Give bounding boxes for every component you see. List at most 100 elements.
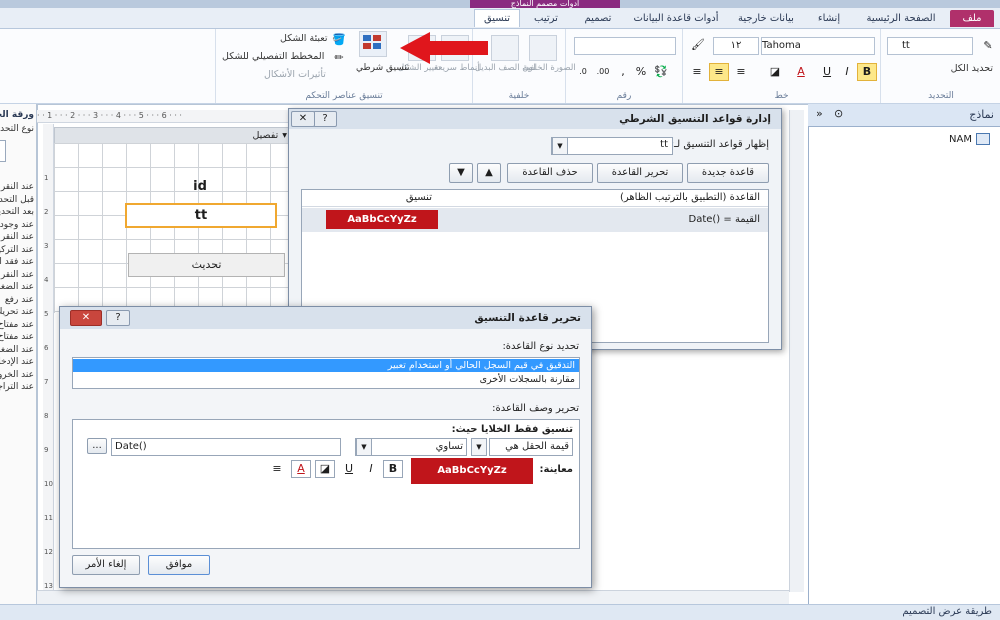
operator-combo[interactable]: تساوي ▼ bbox=[355, 438, 467, 456]
nav-item-form[interactable]: NAM bbox=[870, 133, 990, 147]
align-left-icon[interactable]: ≡ bbox=[687, 63, 707, 81]
tab-external-data[interactable]: بيانات خارجية bbox=[730, 10, 802, 27]
pane-menu-chevron-icon[interactable]: ⊙ bbox=[834, 107, 843, 120]
comma-icon[interactable]: , bbox=[616, 65, 630, 78]
rule-row[interactable]: القيمة = ()Date AaBbCcYyZz bbox=[302, 208, 768, 232]
tab-database-tools[interactable]: أدوات قاعدة البيانات bbox=[625, 10, 727, 27]
shape-fill-button[interactable]: تعبئة الشكل bbox=[280, 33, 328, 44]
ok-button[interactable]: موافق bbox=[148, 555, 210, 575]
align-right-icon[interactable]: ≡ bbox=[731, 63, 751, 81]
status-text: طريقة عرض التصميم bbox=[902, 606, 992, 617]
shape-outline-button[interactable]: المخطط التفصيلي للشكل bbox=[222, 51, 324, 62]
rule-type-option-1[interactable]: التدقيق في قيم السجل الحالي أو استخدام ت… bbox=[73, 359, 579, 372]
tab-create[interactable]: إنشاء bbox=[805, 10, 853, 27]
col-format-header: تنسيق bbox=[405, 192, 432, 203]
show-rules-combo[interactable]: tt ▼ bbox=[551, 137, 673, 155]
erd-bold-button[interactable]: B bbox=[383, 460, 403, 478]
erd-font-color-icon[interactable]: A bbox=[291, 460, 311, 478]
condition-field-combo[interactable]: قيمة الحقل هي bbox=[489, 438, 573, 456]
cancel-button[interactable]: إلغاء الأمر bbox=[72, 555, 140, 575]
move-up-button[interactable]: ▲ bbox=[477, 163, 501, 183]
show-rules-dropdown-icon[interactable]: ▼ bbox=[552, 137, 568, 155]
italic-button[interactable]: I bbox=[837, 63, 857, 81]
shape-effects-button[interactable]: تأثيرات الأشكال bbox=[264, 69, 326, 80]
ruler-number: 2 bbox=[44, 208, 49, 216]
delete-rule-button[interactable]: حذف القاعدة bbox=[507, 163, 593, 183]
rule-type-list: التدقيق في قيم السجل الحالي أو استخدام ت… bbox=[72, 357, 580, 389]
vertical-scrollbar[interactable] bbox=[789, 110, 804, 592]
property-icon[interactable]: ✎ bbox=[981, 39, 995, 52]
control-formatting-group-label: تنسيق عناصر التحكم bbox=[305, 91, 383, 101]
font-name-combo[interactable]: Tahoma bbox=[761, 37, 875, 55]
event-property-label: عند الضغط bbox=[0, 344, 34, 355]
operator-dropdown-icon[interactable]: ▼ bbox=[356, 438, 372, 456]
erd-underline-button[interactable]: U bbox=[339, 460, 359, 478]
event-property-label: عند الإدخال bbox=[0, 357, 34, 367]
underline-button[interactable]: U bbox=[817, 63, 837, 81]
select-all-button[interactable]: تحديد الكل bbox=[951, 63, 993, 74]
event-property-label: عند تحريك bbox=[0, 307, 34, 317]
tt-textbox-control[interactable]: tt bbox=[125, 203, 277, 228]
background-group-label: خلفية bbox=[508, 91, 530, 101]
condition-field-dropdown-icon[interactable]: ▼ bbox=[471, 438, 487, 456]
cfm-title: إدارة قواعد التنسيق الشرطي bbox=[619, 113, 771, 125]
tab-file[interactable]: ملف bbox=[950, 10, 994, 27]
edit-rule-label: تحرير القاعدة bbox=[611, 167, 669, 178]
alternate-row-color-icon[interactable] bbox=[491, 35, 519, 61]
navigation-pane bbox=[808, 104, 1000, 604]
event-property-label: عند وجود بيانات bbox=[0, 219, 34, 230]
bold-button[interactable]: B bbox=[857, 63, 877, 81]
erd-title: تحرير قاعدة التنسيق bbox=[474, 312, 581, 324]
fill-color-icon[interactable]: ◪ bbox=[765, 63, 785, 81]
help-button[interactable]: ? bbox=[313, 111, 337, 127]
condition-field-value: قيمة الحقل هي bbox=[505, 441, 569, 452]
tab-format[interactable]: تنسيق bbox=[474, 9, 520, 27]
erd-align-icon[interactable]: ≡ bbox=[267, 460, 287, 478]
selection-group: tt ✎ تحديد الكل التحديد bbox=[880, 29, 1000, 103]
cfm-title-bar: إدارة قواعد التنسيق الشرطي ? ✕ bbox=[289, 109, 781, 129]
number-format-combo[interactable] bbox=[574, 37, 676, 55]
rule-type-option-2[interactable]: مقارنة بالسجلات الأخرى bbox=[73, 373, 579, 386]
event-property-label: عند النقر bbox=[0, 232, 34, 242]
align-center-icon[interactable]: ≡ bbox=[709, 63, 729, 81]
font-color-icon[interactable]: A bbox=[791, 63, 811, 81]
refresh-button-control[interactable]: تحديث bbox=[128, 253, 285, 277]
format-painter-icon[interactable]: 🖌 bbox=[691, 38, 705, 51]
ruler-number: 10 bbox=[44, 480, 53, 488]
object-combo[interactable]: tt bbox=[887, 37, 973, 55]
new-rule-button[interactable]: قاعدة جديدة bbox=[687, 163, 769, 183]
currency-icon[interactable]: 💱 bbox=[654, 65, 668, 78]
conditional-formatting-icon[interactable] bbox=[359, 31, 387, 57]
move-down-button[interactable]: ▼ bbox=[449, 163, 473, 183]
erd-close-button[interactable]: ✕ bbox=[70, 310, 102, 326]
rules-list-header: القاعدة (التطبيق بالترتيب الظاهر) تنسيق bbox=[302, 190, 768, 207]
detail-section-label: تفصيل bbox=[252, 130, 279, 141]
selection-combo[interactable] bbox=[0, 140, 6, 162]
number-group-label: رقم bbox=[616, 91, 632, 101]
erd-help-button[interactable]: ? bbox=[106, 310, 130, 326]
property-sheet-title: ورقة الخصائص bbox=[0, 110, 34, 120]
font-size-combo[interactable]: ١٢ bbox=[713, 37, 759, 55]
edit-rule-button[interactable]: تحرير القاعدة bbox=[597, 163, 683, 183]
detail-section-bar[interactable]: ▾تفصيل bbox=[54, 127, 292, 144]
decrease-decimal-icon[interactable]: .0 bbox=[576, 65, 590, 78]
tab-design[interactable]: تصميم bbox=[574, 10, 622, 27]
expression-builder-button[interactable]: ... bbox=[87, 438, 107, 454]
erd-fill-color-icon[interactable]: ◪ bbox=[315, 460, 335, 478]
ruler-number: 1 bbox=[44, 174, 49, 182]
event-property-label: عند فقد التركيز bbox=[0, 257, 34, 267]
ribbon: tt ✎ تحديد الكل التحديد Tahoma ١٢ 🖌 B I … bbox=[0, 29, 1000, 104]
context-tab-header: أدوات مصمم النماذج bbox=[470, 0, 620, 8]
pane-collapse-icon[interactable]: » bbox=[816, 107, 823, 120]
increase-decimal-icon[interactable]: .00 bbox=[596, 65, 610, 78]
background-image-icon[interactable] bbox=[529, 35, 557, 61]
percent-icon[interactable]: % bbox=[634, 65, 648, 78]
id-label-control[interactable]: id bbox=[125, 177, 275, 196]
expression-value: Date() bbox=[115, 441, 147, 452]
erd-italic-button[interactable]: I bbox=[361, 460, 381, 478]
expression-input[interactable]: Date() bbox=[111, 438, 341, 456]
horizontal-scrollbar[interactable] bbox=[37, 590, 789, 604]
tab-home[interactable]: الصفحة الرئيسية bbox=[858, 10, 944, 27]
tab-arrange[interactable]: ترتيب bbox=[522, 10, 570, 27]
cfm-close-button[interactable]: ✕ bbox=[291, 111, 315, 127]
